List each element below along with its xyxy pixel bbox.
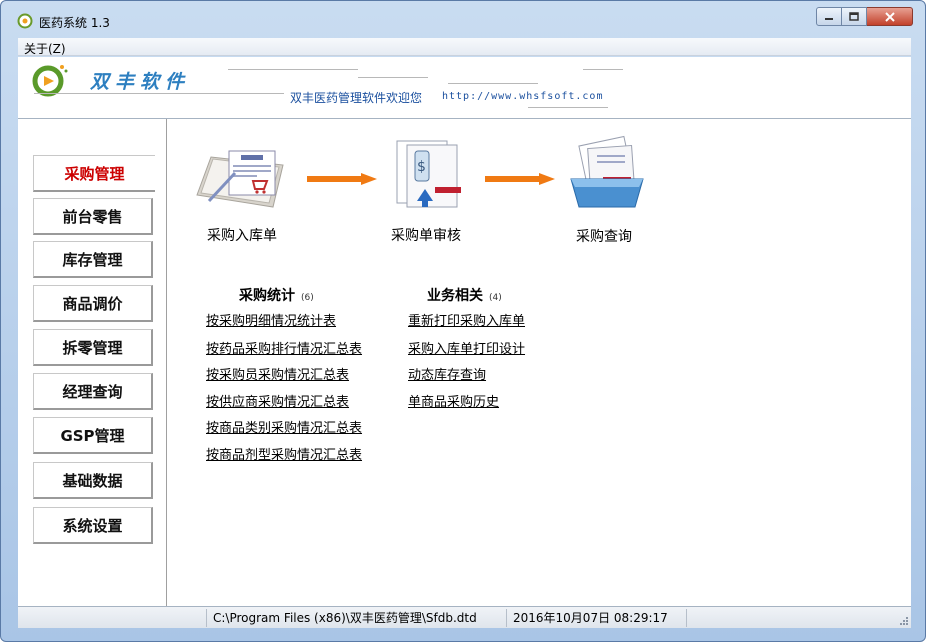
banner-divider [583, 69, 623, 70]
app-icon [17, 13, 33, 29]
minimize-icon [825, 17, 833, 20]
resize-grip-icon[interactable] [899, 616, 909, 626]
sidebar-nav: 采购管理 前台零售 库存管理 商品调价 拆零管理 经理查询 GSP管理 基础数据… [18, 119, 167, 606]
link-stats-supplier[interactable]: 按供应商采购情况汇总表 [206, 391, 349, 410]
close-icon [884, 11, 895, 22]
logo-icon [32, 65, 68, 97]
section-title-text: 业务相关 [427, 288, 483, 304]
app-window: 医药系统 1.3 关于(Z) 双丰软件 双丰医药管理软件欢迎您 http://w… [0, 0, 926, 642]
section-count: (6) [301, 293, 314, 303]
menu-about[interactable]: 关于(Z) [24, 40, 66, 57]
banner-divider [358, 77, 428, 78]
link-stats-dosage[interactable]: 按商品剂型采购情况汇总表 [206, 444, 362, 463]
section-title-stats: 采购统计 (6) [239, 285, 314, 305]
section-title-text: 采购统计 [239, 288, 295, 304]
logo-text: 双丰软件 [90, 71, 191, 93]
sidebar-item-retail[interactable]: 前台零售 [33, 198, 153, 235]
sidebar-item-inventory[interactable]: 库存管理 [33, 241, 153, 278]
maximize-icon [849, 12, 859, 21]
menu-bar: 关于(Z) [18, 38, 911, 56]
link-print-design[interactable]: 采购入库单打印设计 [408, 338, 525, 357]
purchase-receipt-icon[interactable] [191, 143, 291, 213]
flow-label-audit[interactable]: 采购单审核 [391, 225, 461, 245]
status-empty-cell [18, 609, 205, 627]
banner-divider [448, 83, 538, 84]
sidebar-item-split[interactable]: 拆零管理 [33, 329, 153, 366]
banner: 双丰软件 双丰医药管理软件欢迎您 http://www.whsfsoft.com [18, 57, 911, 119]
status-empty-cell [686, 609, 911, 627]
link-stats-detail[interactable]: 按采购明细情况统计表 [206, 310, 336, 329]
maximize-button[interactable] [842, 7, 867, 26]
flow-label-receipt[interactable]: 采购入库单 [207, 225, 277, 245]
banner-slogan: 双丰医药管理软件欢迎您 [290, 91, 423, 105]
banner-url[interactable]: http://www.whsfsoft.com [442, 91, 603, 102]
section-title-business: 业务相关 (4) [427, 285, 502, 305]
sidebar-item-base-data[interactable]: 基础数据 [33, 462, 153, 499]
banner-divider [228, 69, 358, 70]
purchase-query-icon[interactable] [565, 135, 649, 215]
sidebar-item-gsp[interactable]: GSP管理 [33, 417, 153, 454]
status-datetime: 2016年10月07日 08:29:17 [506, 609, 686, 627]
sidebar-item-settings[interactable]: 系统设置 [33, 507, 153, 544]
link-dynamic-inventory[interactable]: 动态库存查询 [408, 364, 486, 383]
status-bar: C:\Program Files (x86)\双丰医药管理\Sfdb.dtd 2… [18, 606, 911, 628]
title-bar[interactable]: 医药系统 1.3 [1, 1, 925, 37]
link-stats-category[interactable]: 按商品类别采购情况汇总表 [206, 417, 362, 436]
status-db-path: C:\Program Files (x86)\双丰医药管理\Sfdb.dtd [206, 609, 506, 627]
banner-divider [528, 107, 608, 108]
link-product-history[interactable]: 单商品采购历史 [408, 391, 499, 410]
link-reprint-receipt[interactable]: 重新打印采购入库单 [408, 310, 525, 329]
window-title: 医药系统 1.3 [39, 16, 110, 30]
main-panel: $ 采购入库单 采购单审核 采购查询 采购统计 (6) 按采购明细情况统计表 按药… [167, 119, 911, 606]
flow-arrow-icon [307, 173, 377, 185]
section-count: (4) [489, 293, 502, 303]
purchase-audit-icon[interactable]: $ [387, 137, 467, 213]
sidebar-item-price-adjust[interactable]: 商品调价 [33, 285, 153, 322]
minimize-button[interactable] [816, 7, 842, 26]
sidebar-item-manager-query[interactable]: 经理查询 [33, 373, 153, 410]
flow-arrow-icon [485, 173, 555, 185]
close-button[interactable] [867, 7, 913, 26]
svg-text:$: $ [417, 159, 426, 175]
flow-label-query[interactable]: 采购查询 [576, 226, 632, 246]
link-stats-buyer[interactable]: 按采购员采购情况汇总表 [206, 364, 349, 383]
link-stats-drug-rank[interactable]: 按药品采购排行情况汇总表 [206, 338, 362, 357]
sidebar-item-purchase[interactable]: 采购管理 [33, 155, 155, 192]
banner-divider [34, 93, 284, 94]
window-controls [816, 7, 913, 27]
